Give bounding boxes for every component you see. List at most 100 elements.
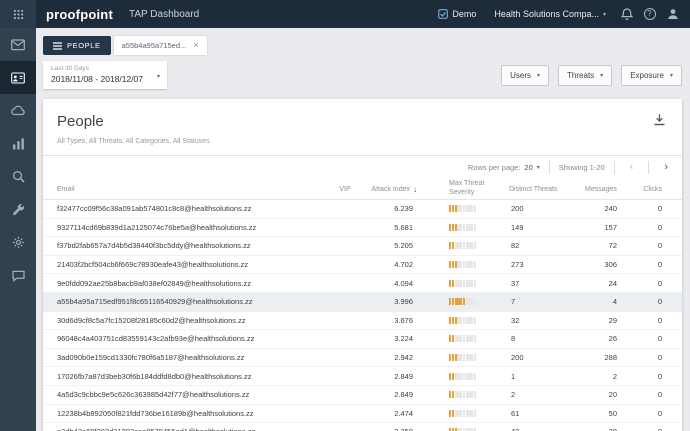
messages-cell: 288 [604,353,617,363]
sidebar-item-tools[interactable] [0,193,36,226]
email-cell[interactable]: 12238b4b892050f821fdd736be16189b@healths… [57,409,327,418]
email-cell[interactable]: 21403f2bcf504cb6f669c78930eafe43@healths… [57,260,327,269]
table-row[interactable]: 9e0fdd092ae25b8bacb9af038ef02849@healths… [43,274,682,293]
close-icon[interactable]: × [193,41,198,50]
column-header-max-threat-severity[interactable]: Max Threat Severity [425,180,509,198]
attack-index-cell: 5.205 [394,241,413,251]
pagination-bar: Rows per page: 20 ▾ Showing 1-20 ‹ › [43,156,682,179]
divider [648,161,650,174]
email-cell[interactable]: 9327114cd69b839d1a2125074c76be5a@healths… [57,223,327,232]
distinct-threats-cell: 61 [511,408,520,418]
email-cell[interactable]: f32477cc09f56c38a091ab574801c8c8@healths… [57,204,327,213]
attack-index-cell: 2.474 [394,408,413,418]
column-header-messages[interactable]: Messages [579,186,641,193]
app-launcher-button[interactable] [0,0,36,28]
sidebar-item-reports[interactable] [0,127,36,160]
users-dropdown[interactable]: Users ▾ [501,64,550,86]
column-header-distinct-threats[interactable]: Distinct Threats [509,186,579,193]
tab-person-detail[interactable]: a55b4a95a715ed... × [113,36,207,55]
table-row[interactable]: e3db42a69f293d31293cae8578456ad1@healths… [43,423,682,431]
table-row[interactable]: 9327114cd69b839d1a2125074c76be5a@healths… [43,219,682,238]
email-cell[interactable]: 3ad090b0e159cd1330fc780f6a5187@healthsol… [57,353,327,362]
rows-per-page-value: 20 [524,163,533,172]
sidebar-item-mail[interactable] [0,28,36,61]
help-button[interactable]: ? [638,0,661,28]
clicks-cell: 0 [657,371,662,381]
messages-cell: 20 [608,390,617,400]
caret-down-icon: ▾ [600,72,604,79]
filter-dropdowns: Users ▾ Threats ▾ Exposure ▾ [501,64,682,86]
column-header-attack-index[interactable]: Attack Index ↓ [363,185,425,194]
sidebar-item-people[interactable] [0,61,36,94]
max-threat-severity-cell [425,409,509,417]
distinct-threats-cell: 7 [511,297,516,307]
severity-bar [449,298,509,306]
distinct-threats-cell: 200 [511,204,524,214]
page-title: People [57,112,104,130]
sidebar-item-cloud[interactable] [0,94,36,127]
threats-dropdown[interactable]: Threats ▾ [558,64,613,86]
users-dropdown-label: Users [510,70,532,80]
messages-cell: 26 [608,334,617,344]
distinct-threats-cell: 1 [511,371,516,381]
org-label: Health Solutions Compa... [494,9,599,19]
email-cell[interactable]: 9e0fdd092ae25b8bacb9af038ef02849@healths… [57,279,327,288]
messages-cell: 72 [608,241,617,251]
column-header-clicks[interactable]: Clicks [641,186,668,193]
sidebar-item-search[interactable] [0,160,36,193]
chat-icon [11,270,25,282]
download-button[interactable] [651,111,668,131]
table-row[interactable]: f37bd2fab657a7d4b5d38440f3bc5ddy@healths… [43,237,682,256]
distinct-threats-cell: 42 [509,427,579,431]
clicks-cell: 0 [657,353,662,363]
max-threat-severity-cell [425,279,509,287]
table-row[interactable]: 17026fb7a87d3beb30f6b184ddfd8db0@healths… [43,367,682,386]
clicks-cell: 0 [657,315,662,325]
account-icon [667,9,678,19]
sidebar-item-feedback[interactable] [0,259,36,292]
table-row[interactable]: 21403f2bcf504cb6f669c78930eafe43@healths… [43,256,682,275]
date-range-selector[interactable]: Last 30 Days 2018/11/08 - 2018/12/07 ▾ [43,61,167,89]
email-cell[interactable]: 4a5d3c9cbbc9e5c626c363985d42f77@healthso… [57,390,327,399]
sidebar-item-settings[interactable] [0,226,36,259]
table-row[interactable]: 3ad090b0e159cd1330fc780f6a5187@healthsol… [43,349,682,368]
table-row[interactable]: f32477cc09f56c38a091ab574801c8c8@healths… [43,200,682,219]
next-page-button[interactable]: › [658,162,674,173]
max-threat-severity-cell [425,316,509,324]
cloud-icon [10,105,25,116]
email-cell[interactable]: 96048c4a403751cd83559143c2afb93e@healths… [57,334,327,343]
exposure-dropdown[interactable]: Exposure ▾ [621,64,682,86]
table-row[interactable]: 4a5d3c9cbbc9e5c626c363985d42f77@healthso… [43,386,682,405]
email-cell[interactable]: 17026fb7a87d3beb30f6b184ddfd8db0@healths… [57,372,327,381]
distinct-threats-cell: 200 [511,353,524,363]
card-header: People [43,99,682,133]
chart-icon [12,137,24,150]
distinct-threats-cell: 82 [511,241,520,251]
prev-page-button[interactable]: ‹ [624,162,640,173]
account-button[interactable] [661,0,684,28]
rows-per-page-select[interactable]: 20 ▾ [524,163,539,172]
org-selector[interactable]: Health Solutions Compa... ▾ [485,0,615,28]
severity-bar [449,372,509,380]
table-row[interactable]: a55b4a95a715edf951f8c65116540929@healths… [43,292,682,312]
column-header-email[interactable]: Email [57,186,327,193]
severity-bar [449,242,509,250]
table-row[interactable]: 96048c4a403751cd83559143c2afb93e@healths… [43,330,682,349]
demo-toggle[interactable]: Demo [429,0,485,28]
people-nav-button[interactable]: PEOPLE [43,36,111,55]
table-row[interactable]: 30d6d9cf8c5a7fc15208f28185c60d2@healthso… [43,312,682,331]
table-body: f32477cc09f56c38a091ab574801c8c8@healths… [43,200,682,431]
email-cell[interactable]: 30d6d9cf8c5a7fc15208f28185c60d2@healthso… [57,316,327,325]
email-cell[interactable]: a55b4a95a715edf951f8c65116540929@healths… [57,297,327,306]
table-row[interactable]: 12238b4b892050f821fdd736be16189b@healths… [43,405,682,424]
tabs-row: PEOPLE a55b4a95a715ed... × [36,28,690,55]
people-nav-label: PEOPLE [67,41,101,50]
clicks-cell: 0 [657,390,662,400]
help-icon: ? [643,8,656,20]
column-header-vip[interactable]: VIP [327,186,363,193]
email-cell[interactable]: e3db42a69f293d31293cae8578456ad1@healths… [57,427,327,431]
notifications-button[interactable] [615,0,638,28]
distinct-threats-cell: 273 [511,260,524,270]
email-cell[interactable]: f37bd2fab657a7d4b5d38440f3bc5ddy@healths… [57,241,327,250]
threats-dropdown-label: Threats [567,70,595,80]
